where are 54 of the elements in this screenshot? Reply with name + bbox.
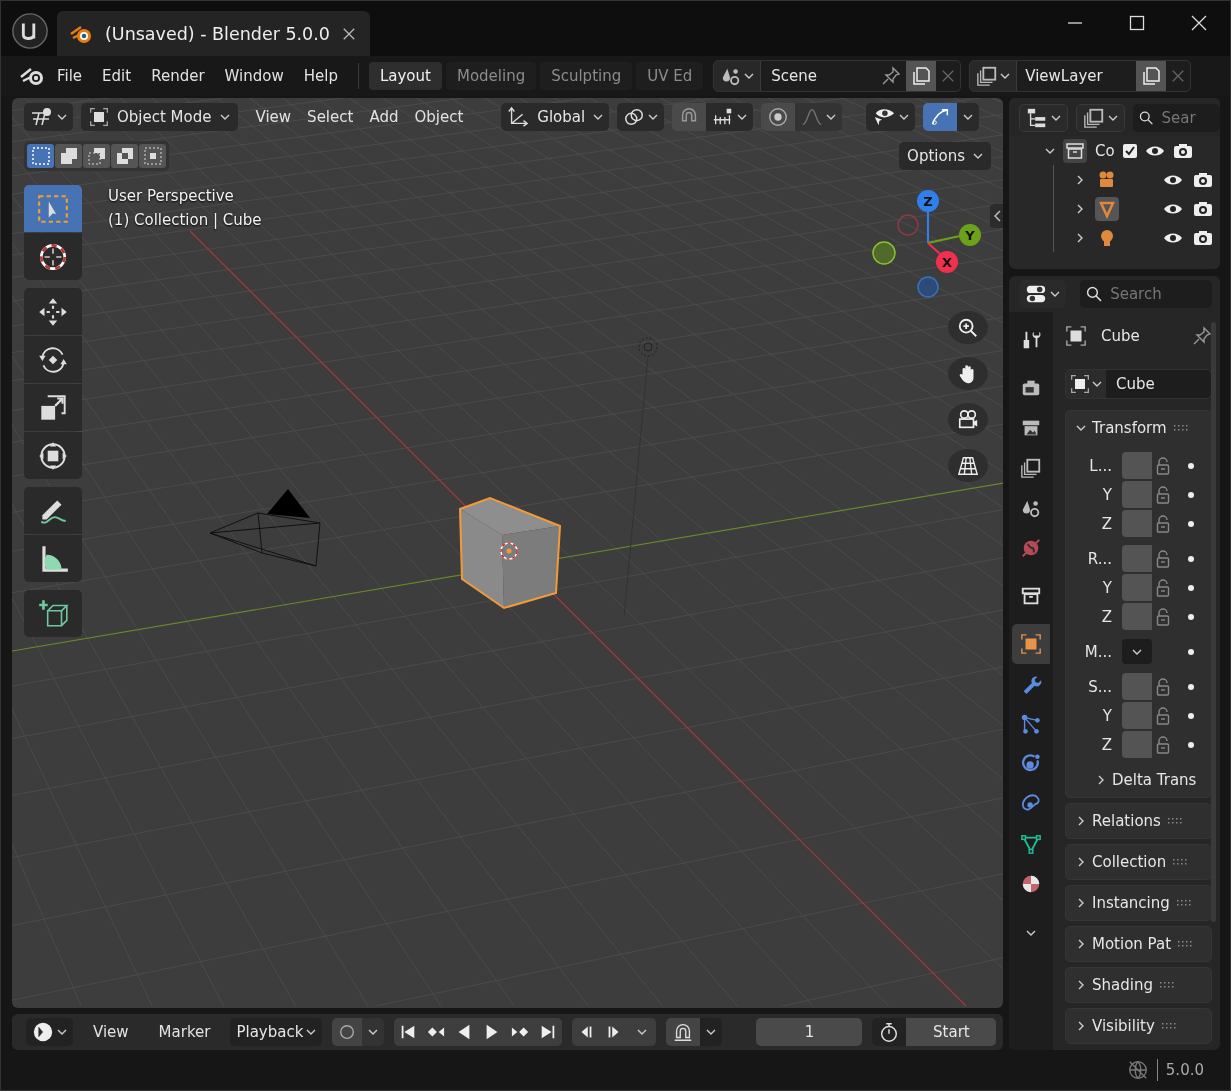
window-tab[interactable]: (Unsaved) - Blender 5.0.0 — [57, 11, 370, 56]
workspace-tab[interactable]: Sculpting — [540, 62, 633, 90]
property-label: Y — [1101, 706, 1113, 725]
viewport-menu[interactable]: Select — [303, 108, 358, 126]
current-frame-field[interactable]: 1 — [756, 1018, 863, 1046]
object-name: Cube — [1101, 327, 1140, 345]
object-name-field[interactable]: Cube — [1106, 375, 1155, 393]
menu-item[interactable]: Edit — [92, 67, 142, 85]
subsection-header[interactable]: Delta Trans — [1066, 763, 1211, 797]
z-axis-handle[interactable]: Z — [917, 190, 939, 244]
section-header[interactable]: Collection — [1066, 845, 1211, 879]
outliner-search-input[interactable]: Sear — [1161, 109, 1220, 127]
version-label: 5.0.0 — [1165, 1061, 1204, 1079]
y-axis-handle[interactable]: Y — [927, 224, 981, 246]
orientation-dropdown[interactable]: Global — [501, 103, 610, 131]
property-label: Z — [1100, 514, 1113, 533]
menu-item[interactable]: Help — [293, 67, 348, 85]
property-label: Y — [1101, 485, 1113, 504]
viewport-info-text: User Perspective — [108, 187, 235, 205]
menu-item[interactable]: Render — [141, 67, 215, 85]
property-label: Y — [1101, 578, 1113, 597]
properties-search-input[interactable]: Search — [1110, 285, 1212, 303]
viewport-menu[interactable]: View — [251, 108, 296, 126]
outliner-search-field[interactable]: Sear — [1133, 104, 1220, 132]
property-label: L... — [1088, 456, 1113, 475]
section-header[interactable]: Motion Pat — [1066, 927, 1211, 961]
properties-search-field[interactable]: Search — [1080, 280, 1212, 308]
section-header[interactable]: Transform — [1066, 411, 1211, 445]
workspace-tab[interactable]: UV Ed — [636, 62, 704, 90]
viewport-menu[interactable]: Object — [410, 108, 468, 126]
workspace-tab[interactable]: Layout — [368, 62, 442, 90]
menu-item[interactable]: File — [47, 67, 93, 85]
property-label: M... — [1083, 642, 1113, 661]
window-title: (Unsaved) - Blender 5.0.0 — [105, 23, 330, 44]
options-dropdown[interactable]: Options — [899, 142, 991, 170]
playback-dropdown[interactable]: Playback — [230, 1018, 323, 1046]
property-label: Z — [1100, 735, 1113, 754]
timeline-menu[interactable]: View — [83, 1023, 139, 1041]
start-frame-field[interactable]: Start — [906, 1018, 997, 1046]
property-label: Z — [1100, 607, 1113, 626]
viewport-menu[interactable]: Add — [365, 108, 403, 126]
3d-viewport[interactable]: Object Mode View Select Add Object Global Options User Perspective (1) Collection | Cube Z Y X — [12, 98, 1003, 1008]
section-header[interactable]: Relations — [1066, 804, 1211, 838]
object-mode-dropdown[interactable]: Object Mode — [81, 103, 238, 131]
timeline-menu[interactable]: Marker — [148, 1023, 221, 1041]
section-header[interactable]: Shading — [1066, 968, 1211, 1002]
property-label: R... — [1086, 549, 1113, 568]
workspace-tab[interactable]: Modeling — [445, 62, 537, 90]
section-header[interactable]: Visibility — [1066, 1009, 1211, 1043]
viewport-info-text: (1) Collection | Cube — [108, 211, 262, 229]
property-label: S... — [1087, 677, 1113, 696]
section-header[interactable]: Instancing — [1066, 886, 1211, 920]
menu-item[interactable]: Window — [214, 67, 294, 85]
outliner-item-name[interactable]: Co — [1095, 141, 1115, 160]
